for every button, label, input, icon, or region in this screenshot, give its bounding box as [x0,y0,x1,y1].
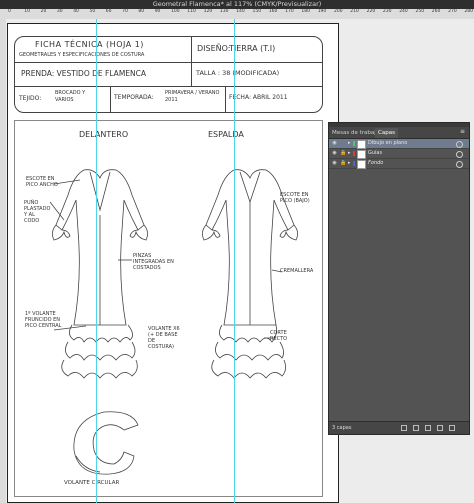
ruler-mark: 160 [268,9,278,14]
ruler-mark: 170 [285,9,294,14]
ruler-mark: 30 [56,9,63,14]
target-circle-icon[interactable] [456,151,463,158]
layer-row-drawing[interactable]: ◉ ▸ Dibujo en plano [329,139,469,149]
header-divider [225,86,226,112]
design-label: DISEÑO: [197,44,231,53]
ruler-mark: 220 [366,9,376,14]
lock-toggle[interactable] [340,140,346,147]
layer-row-background[interactable]: ◉ 🔒 ▸ Fondo [329,159,469,169]
delete-layer-button[interactable] [449,425,455,431]
layer-color-swatch [353,151,355,156]
layer-name[interactable]: Guías [368,149,382,158]
expand-triangle-icon[interactable]: ▸ [348,159,351,168]
tab-layers[interactable]: Capas [375,128,398,138]
target-circle-icon[interactable] [456,161,463,168]
window-title: Geometral Flamenca* al 117% (CMYK/Previs… [152,0,322,8]
expand-triangle-icon[interactable]: ▸ [348,139,351,148]
layers-panel[interactable]: Mesas de trabajo Capas ≡ ◉ ▸ Dibujo en p… [328,122,470,435]
ruler-mark: 140 [236,9,245,14]
note-sleeve: PUÑO PLASTADO Y AL CODO [24,200,51,224]
note-circular: VOLANTE CIRCULAR [64,480,120,486]
header-divider [110,86,111,112]
ruler-mark: 60 [105,9,112,14]
circular-flounce-drawing [73,411,139,475]
note-zipper: CREMALLERA [280,268,314,274]
date-field: FECHA: ABRIL 2011 [229,94,288,101]
header-divider [15,86,322,87]
front-dress-drawing [52,169,148,379]
panel-tabs: Mesas de trabajo Capas ≡ [329,127,469,139]
expand-triangle-icon[interactable]: ▸ [348,149,351,158]
layer-row-guides[interactable]: ◉ 🔒 ▸ Guías [329,149,469,159]
ruler-mark: 20 [40,9,47,14]
note-straight-cut: CORTE RECTO [270,330,288,342]
artboard-page[interactable]: FICHA TÉCNICA (HOJA 1) GEOMETRALES Y ESP… [7,23,339,503]
ruler-mark: 0 [8,9,11,14]
sheet-subtitle: GEOMETRALES Y ESPECIFICACIONES DE COSTUR… [19,52,145,58]
layer-name[interactable]: Dibujo en plano [368,139,407,148]
locate-object-button[interactable] [401,425,407,431]
make-clipping-mask-button[interactable] [413,425,419,431]
ruler-mark: 100 [171,9,180,14]
ruler-mark: 150 [252,9,262,14]
guide-line[interactable] [234,19,235,503]
visibility-eye-icon[interactable]: ◉ [331,150,338,157]
note-flounce-1: 1º VOLANTE FRUNCIDO EN PICO CENTRAL [25,311,62,329]
ruler-mark: 230 [382,9,392,14]
season-label: TEMPORADA: [114,94,154,101]
lock-icon[interactable]: 🔒 [340,150,346,157]
panel-footer: 3 capas [329,421,469,434]
panel-menu-icon[interactable]: ≡ [460,128,465,135]
layer-thumbnail [357,140,366,149]
ruler-mark: 80 [138,9,145,14]
lock-icon[interactable]: 🔒 [340,160,346,167]
ruler-mark: 110 [187,9,196,14]
ruler-mark: 50 [89,9,96,14]
header-divider [191,37,192,86]
ruler-mark: 40 [73,9,79,14]
target-circle-icon[interactable] [456,141,463,148]
guide-line[interactable] [96,19,97,503]
ruler-mark: 190 [317,9,327,14]
ruler-mark: 270 [448,9,457,14]
layer-thumbnail [357,150,366,159]
new-sublayer-button[interactable] [425,425,431,431]
ruler-mark: 250 [415,9,425,14]
ruler-mark: 130 [219,9,229,14]
sheet-title: FICHA TÉCNICA (HOJA 1) [35,40,144,49]
ruler-mark: 180 [301,9,310,14]
layer-name[interactable]: Fondo [368,159,383,168]
layer-thumbnail [357,160,366,169]
note-pintucks: PINZAS INTEGRADAS EN COSTADOS [133,253,174,271]
ruler-mark: 210 [350,9,359,14]
note-neck-back: ESCOTE EN PICO (BAJO) [280,192,310,204]
ruler-mark: 70 [122,9,128,14]
layer-count: 3 capas [332,425,352,431]
season-value: PRIMAVERA / VERANO 2011 [165,90,220,103]
window-titlebar: Geometral Flamenca* al 117% (CMYK/Previs… [0,0,474,9]
size-field: TALLA : 38 (MODIFICADA) [196,69,280,77]
note-neck-front: ESCOTE EN PICO ANCHO [26,176,58,188]
visibility-eye-icon[interactable]: ◉ [331,140,338,147]
ruler-mark: 10 [24,9,31,14]
ruler-mark: 200 [334,9,343,14]
fabric-label: TEJIDO: [19,95,42,102]
new-layer-button[interactable] [437,425,443,431]
garment-name: PRENDA: VESTIDO DE FLAMENCA [21,69,147,78]
ruler-mark: 120 [203,9,213,14]
ruler-mark: 260 [431,9,441,14]
header-divider [15,62,322,63]
visibility-eye-icon[interactable]: ◉ [331,160,338,167]
design-value: TIERRA (T.I) [229,44,276,53]
layer-color-swatch [353,161,355,166]
garment-flat-drawings[interactable] [14,120,321,495]
layer-color-swatch [353,141,355,146]
note-flounce-count: VOLANTE X6 (+ DE BASE DE COSTURA) [148,326,180,350]
ruler-mark: 90 [154,9,161,14]
spec-header: FICHA TÉCNICA (HOJA 1) GEOMETRALES Y ESP… [14,36,323,113]
fabric-value: BROCADO Y VARIOS [55,90,86,103]
ruler-mark: 280 [464,9,473,14]
ruler-mark: 240 [399,9,408,14]
